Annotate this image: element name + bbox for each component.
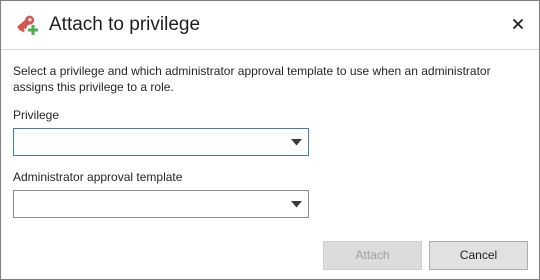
close-icon[interactable]: [507, 13, 529, 35]
chevron-down-icon: [291, 139, 302, 146]
cancel-button[interactable]: Cancel: [429, 241, 528, 270]
privilege-label: Privilege: [13, 108, 60, 122]
privilege-dropdown[interactable]: [13, 128, 309, 156]
dialog-title: Attach to privilege: [49, 14, 201, 35]
attach-to-privilege-dialog: Attach to privilege Select a privilege a…: [0, 0, 540, 280]
approval-template-label: Administrator approval template: [13, 170, 183, 184]
dialog-description: Select a privilege and which administrat…: [13, 64, 491, 94]
attach-button[interactable]: Attach: [323, 241, 422, 270]
chevron-down-icon: [291, 201, 302, 208]
title-bar: Attach to privilege: [1, 1, 539, 49]
key-attach-icon: [17, 15, 38, 35]
title-divider: [1, 49, 539, 50]
approval-template-dropdown[interactable]: [13, 190, 309, 218]
